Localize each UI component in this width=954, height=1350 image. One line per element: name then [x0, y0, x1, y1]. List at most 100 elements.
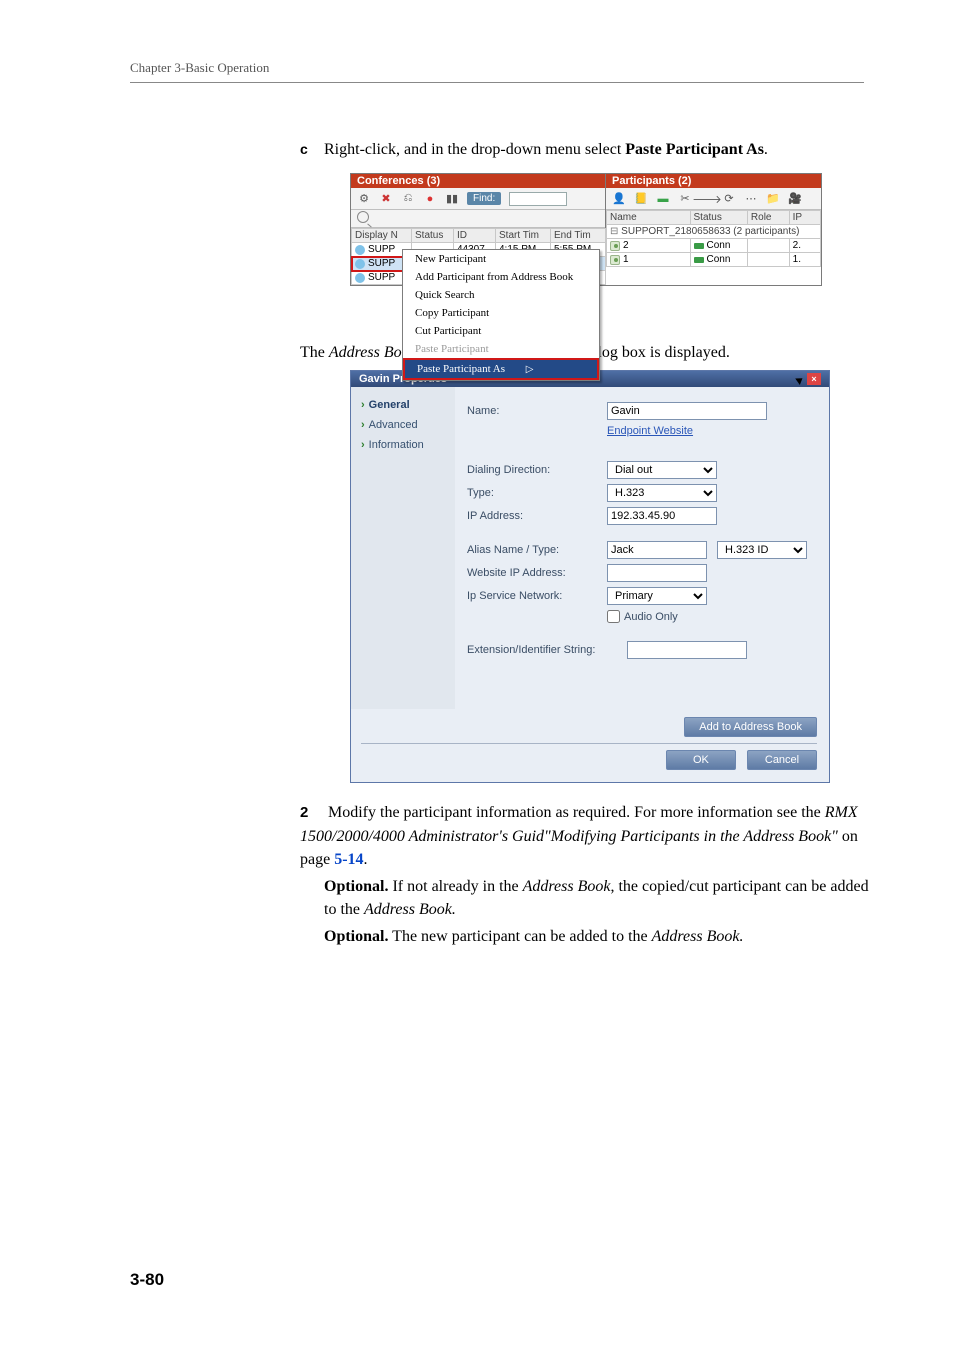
website-ip-field[interactable] [607, 564, 707, 582]
ipnet-label: Ip Service Network: [467, 590, 607, 602]
extension-field[interactable] [627, 641, 747, 659]
add-to-addressbook-button[interactable]: Add to Address Book [684, 717, 817, 737]
endpoint-website-link[interactable]: Endpoint Website [607, 425, 693, 437]
name-field[interactable] [607, 402, 767, 420]
cell: Conn [707, 254, 731, 265]
move-icon[interactable]: 🡒 [700, 192, 714, 206]
nav-general[interactable]: General [351, 395, 455, 415]
ip-label: IP Address: [467, 510, 607, 522]
context-menu: New Participant Add Participant from Add… [402, 249, 600, 381]
cell: 2 [623, 240, 629, 251]
alias-name-field[interactable] [607, 541, 707, 559]
table-row[interactable]: 1 Conn 1. [607, 253, 821, 267]
col-role[interactable]: Role [747, 211, 789, 225]
participant-properties-dialog: Gavin Properties × General Advanced Info… [350, 370, 830, 783]
text-italic: Address Book. [364, 901, 456, 918]
menu-label: Paste Participant As [417, 363, 505, 375]
camera-icon[interactable]: 🎥 [788, 192, 802, 206]
ipnet-select[interactable]: Primary [607, 587, 707, 605]
cell: 2. [789, 239, 820, 253]
alias-type-select[interactable]: H.323 ID [717, 541, 807, 559]
dialing-label: Dialing Direction: [467, 464, 607, 476]
cell: 1. [789, 253, 820, 267]
ip-field[interactable] [607, 507, 717, 525]
nav-advanced[interactable]: Advanced [351, 415, 455, 435]
participant-icon [610, 255, 620, 265]
record-icon[interactable]: ● [423, 192, 437, 206]
gear-icon[interactable]: ⚙ [357, 192, 371, 206]
ok-button[interactable]: OK [666, 750, 736, 770]
table-row[interactable]: 2 Conn 2. [607, 239, 821, 253]
text: If not already in the [388, 878, 522, 895]
add-participant-icon[interactable]: 👤 [612, 192, 626, 206]
tool-icon[interactable]: ⎌ [401, 192, 415, 206]
refresh-icon[interactable]: ⟳ [722, 192, 736, 206]
group-row[interactable]: ⊟ SUPPORT_2180658633 (2 participants) [607, 225, 821, 239]
step-2: 2 Modify the participant information as … [300, 801, 870, 948]
find-input[interactable] [509, 192, 567, 206]
col-end[interactable]: End Tim [551, 229, 606, 243]
folder-icon[interactable]: 📁 [766, 192, 780, 206]
menu-copy-participant[interactable]: Copy Participant [403, 304, 599, 322]
step-c-pre: Right-click, and in the drop-down menu s… [324, 141, 625, 158]
cursor-icon [795, 375, 805, 385]
cell: 1 [623, 254, 629, 265]
cell: Conn [707, 240, 731, 251]
menu-cut-participant[interactable]: Cut Participant [403, 322, 599, 340]
step-c-bold: Paste Participant As [625, 141, 764, 158]
col-id[interactable]: ID [454, 229, 496, 243]
col-pstatus[interactable]: Status [690, 211, 747, 225]
conference-icon [355, 245, 365, 255]
website-ip-label: Website IP Address: [467, 567, 607, 579]
extension-label: Extension/Identifier String: [467, 644, 627, 656]
col-name[interactable]: Name [607, 211, 691, 225]
menu-new-participant[interactable]: New Participant [403, 250, 599, 268]
audio-only-checkbox[interactable] [607, 610, 620, 623]
xref-link[interactable]: 5-14 [334, 851, 363, 868]
cell: SUPP [368, 258, 395, 269]
connected-icon [694, 257, 704, 263]
type-select[interactable]: H.323 [607, 484, 717, 502]
dialog-footer: Add to Address Book OK Cancel [351, 709, 829, 782]
step-c: c Right-click, and in the drop-down menu… [300, 139, 860, 161]
col-start[interactable]: Start Tim [496, 229, 551, 243]
misc-icon[interactable]: ⋯ [744, 192, 758, 206]
step-c-letter: c [300, 141, 320, 157]
search-icon[interactable] [357, 211, 369, 223]
cell: SUPP [368, 244, 395, 255]
pause-icon[interactable]: ▮▮ [445, 192, 459, 206]
text: Modify the participant information as re… [328, 804, 825, 821]
menu-paste-participant-as[interactable]: Paste Participant As ▷ [403, 358, 599, 380]
caption-pre: The [300, 344, 329, 361]
text-bold: Optional. [324, 878, 388, 895]
nav-information[interactable]: Information [351, 435, 455, 455]
dialing-select[interactable]: Dial out [607, 461, 717, 479]
disconnect-icon[interactable]: ✂ [678, 192, 692, 206]
conference-icon [355, 273, 365, 283]
menu-add-from-addressbook[interactable]: Add Participant from Address Book [403, 268, 599, 286]
menu-quick-search[interactable]: Quick Search [403, 286, 599, 304]
col-display[interactable]: Display N [352, 229, 412, 243]
participants-table: Name Status Role IP ⊟ SUPPORT_2180658633… [606, 210, 821, 267]
step-c-post: . [764, 141, 768, 158]
cell: SUPP [368, 272, 395, 283]
dialog-nav: General Advanced Information [351, 387, 455, 709]
cancel-button[interactable]: Cancel [747, 750, 817, 770]
close-icon[interactable]: × [807, 373, 821, 385]
text: The new participant can be added to the [388, 928, 651, 945]
delete-icon[interactable]: ✖ [379, 192, 393, 206]
dialog-form: Name: Endpoint Website Dialing Direction… [455, 387, 829, 709]
participant-icon [610, 241, 620, 251]
addressbook-icon[interactable]: 📒 [634, 192, 648, 206]
menu-paste-participant: Paste Participant [403, 340, 599, 358]
col-status[interactable]: Status [412, 229, 454, 243]
name-label: Name: [467, 405, 607, 417]
participants-title: Participants (2) [606, 174, 821, 188]
text-italic: Address Book [523, 878, 611, 895]
page-number: 3-80 [130, 1270, 164, 1290]
col-ip[interactable]: IP [789, 211, 820, 225]
step-c-text: Right-click, and in the drop-down menu s… [324, 141, 768, 158]
connected-badge-icon[interactable]: ▬ [656, 192, 670, 206]
step-2-number: 2 [300, 802, 324, 824]
conference-icon [355, 259, 365, 269]
